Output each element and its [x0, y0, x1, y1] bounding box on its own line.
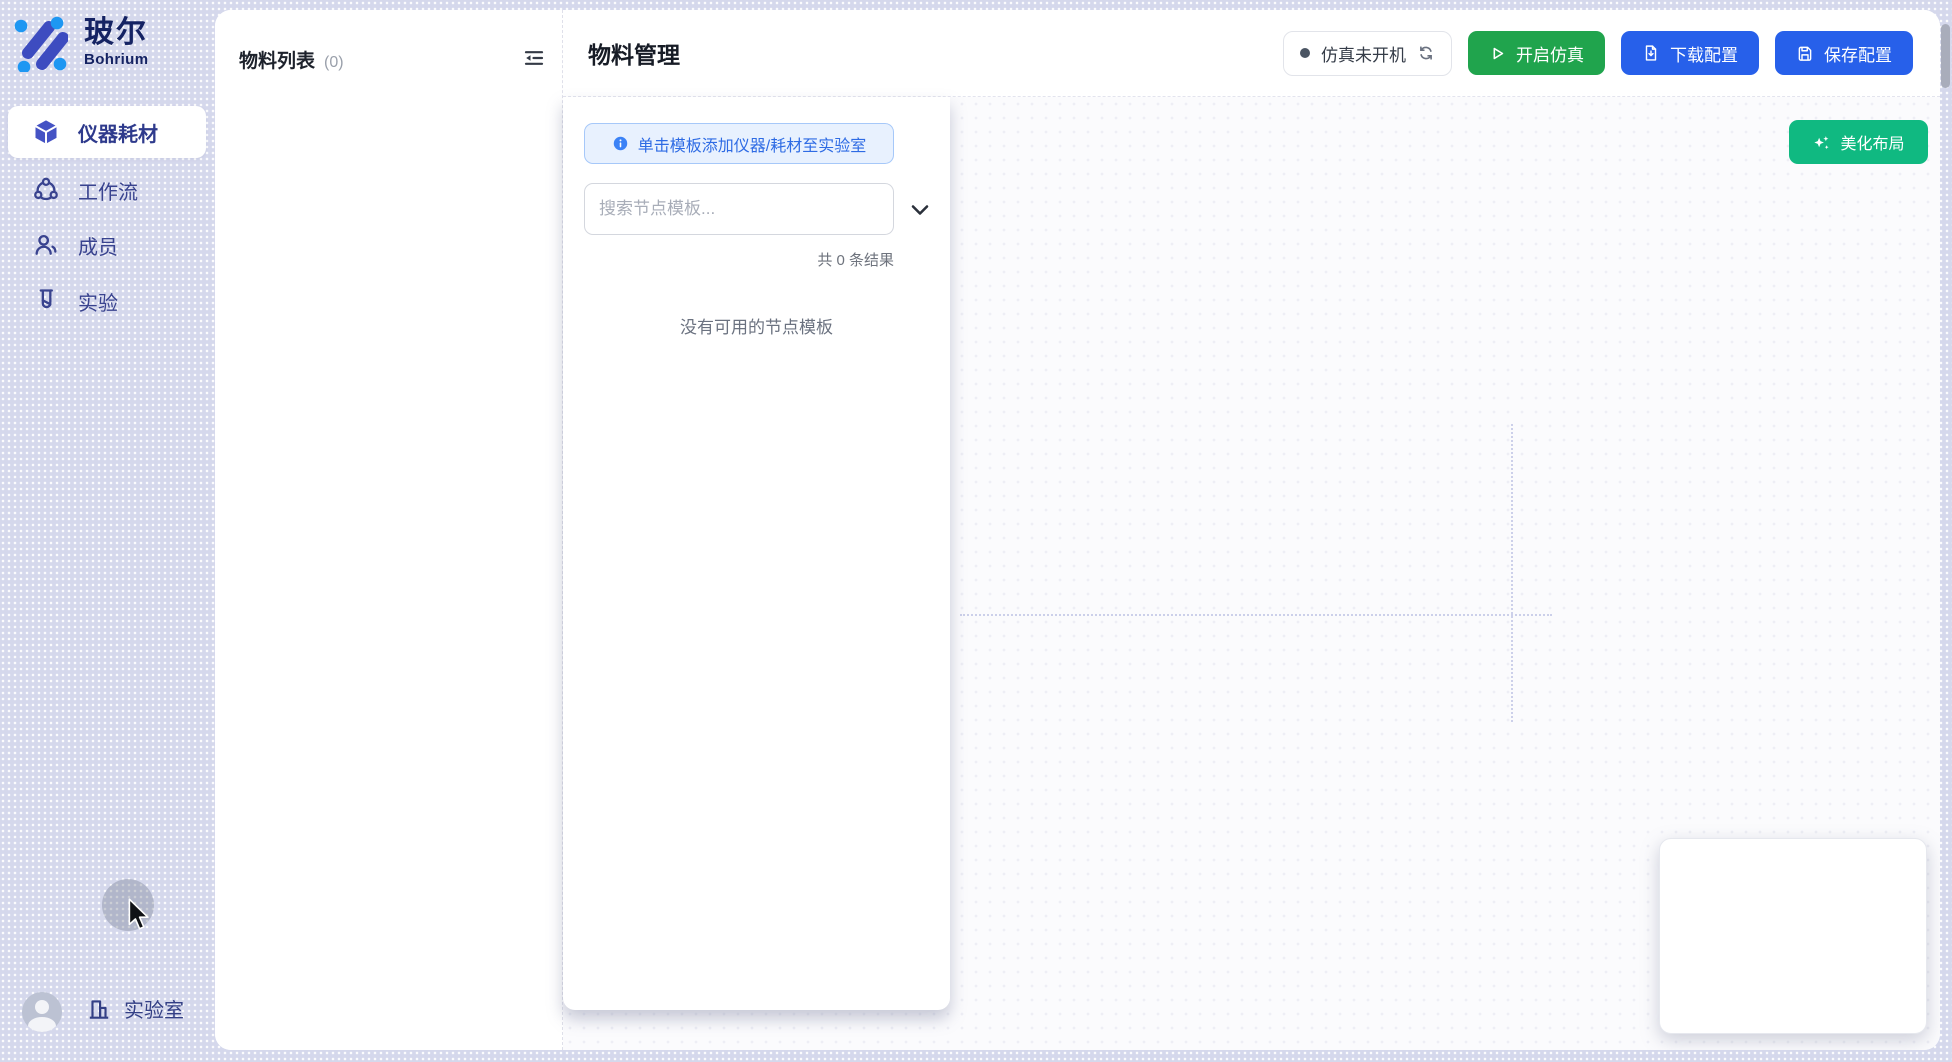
sidebar-item-members[interactable]: 成员	[8, 221, 206, 269]
beautify-layout-label: 美化布局	[1840, 130, 1904, 154]
hint-banner-text: 单击模板添加仪器/耗材至实验室	[638, 132, 866, 156]
save-config-button[interactable]: 保存配置	[1775, 31, 1913, 75]
material-list-panel: 物料列表 (0)	[215, 10, 563, 1050]
workflow-icon	[32, 176, 60, 204]
sparkles-icon	[1812, 133, 1831, 152]
canvas-guide-vertical	[1511, 424, 1513, 722]
sidebar-item-label: 成员	[78, 231, 118, 260]
node-template-panel: 单击模板添加仪器/耗材至实验室 共 0 条结果 没有可用的节点模板	[563, 97, 950, 1010]
page-scrollbar-thumb[interactable]	[1941, 24, 1950, 88]
mouse-cursor	[125, 898, 151, 930]
user-avatar[interactable]	[22, 992, 62, 1032]
hint-banner: 单击模板添加仪器/耗材至实验室	[584, 123, 894, 164]
start-simulation-button[interactable]: 开启仿真	[1468, 31, 1605, 75]
expand-filter-button[interactable]	[905, 196, 935, 224]
bohrium-logo-icon	[12, 16, 68, 72]
simulation-status-label: 仿真未开机	[1321, 41, 1406, 66]
lab-switcher[interactable]: 实验室	[86, 994, 184, 1023]
sidebar-item-label: 工作流	[78, 176, 138, 205]
file-download-icon	[1642, 44, 1660, 62]
collapse-panel-icon	[522, 46, 546, 70]
empty-template-text: 没有可用的节点模板	[563, 313, 950, 338]
members-icon	[32, 231, 60, 259]
save-icon	[1796, 44, 1814, 62]
beautify-layout-button[interactable]: 美化布局	[1789, 120, 1928, 164]
info-icon	[612, 135, 629, 152]
download-config-label: 下载配置	[1670, 41, 1738, 66]
lab-switcher-label: 实验室	[124, 994, 184, 1023]
save-config-label: 保存配置	[1824, 41, 1892, 66]
sidebar-item-experiments[interactable]: 实验	[8, 277, 206, 325]
sidebar-item-workflow[interactable]: 工作流	[8, 166, 206, 214]
page-header: 物料管理 仿真未开机 开启仿真	[563, 10, 1940, 97]
building-icon	[86, 996, 112, 1022]
sidebar-item-label: 实验	[78, 287, 118, 316]
chevron-down-icon	[911, 204, 929, 216]
minimap-panel[interactable]	[1659, 838, 1927, 1034]
material-list-count: (0)	[324, 54, 344, 72]
result-count: 共 0 条结果	[817, 249, 894, 270]
download-config-button[interactable]: 下载配置	[1621, 31, 1759, 75]
content-card: 物料列表 (0) 物料管理 仿真未开机	[215, 10, 1940, 1050]
page-title: 物料管理	[588, 36, 680, 70]
collapse-panel-button[interactable]	[522, 46, 546, 70]
search-template-input[interactable]	[584, 183, 894, 235]
sidebar-item-label: 仪器耗材	[78, 118, 158, 147]
canvas-guide-horizontal	[960, 614, 1552, 616]
cube-icon	[32, 118, 60, 146]
brand-name-cn: 玻尔	[84, 16, 148, 51]
simulation-status-pill: 仿真未开机	[1283, 31, 1452, 76]
play-icon	[1489, 45, 1506, 62]
sidebar-footer: 实验室	[0, 988, 215, 1036]
brand-logo: 玻尔 Bohrium	[12, 16, 148, 72]
brand-name-en: Bohrium	[84, 51, 148, 68]
material-list-title: 物料列表	[239, 46, 315, 73]
refresh-icon[interactable]	[1417, 44, 1435, 62]
experiment-icon	[32, 287, 60, 315]
start-simulation-label: 开启仿真	[1516, 41, 1584, 66]
sidebar-item-instruments[interactable]: 仪器耗材	[8, 106, 206, 158]
status-dot-icon	[1300, 48, 1310, 58]
